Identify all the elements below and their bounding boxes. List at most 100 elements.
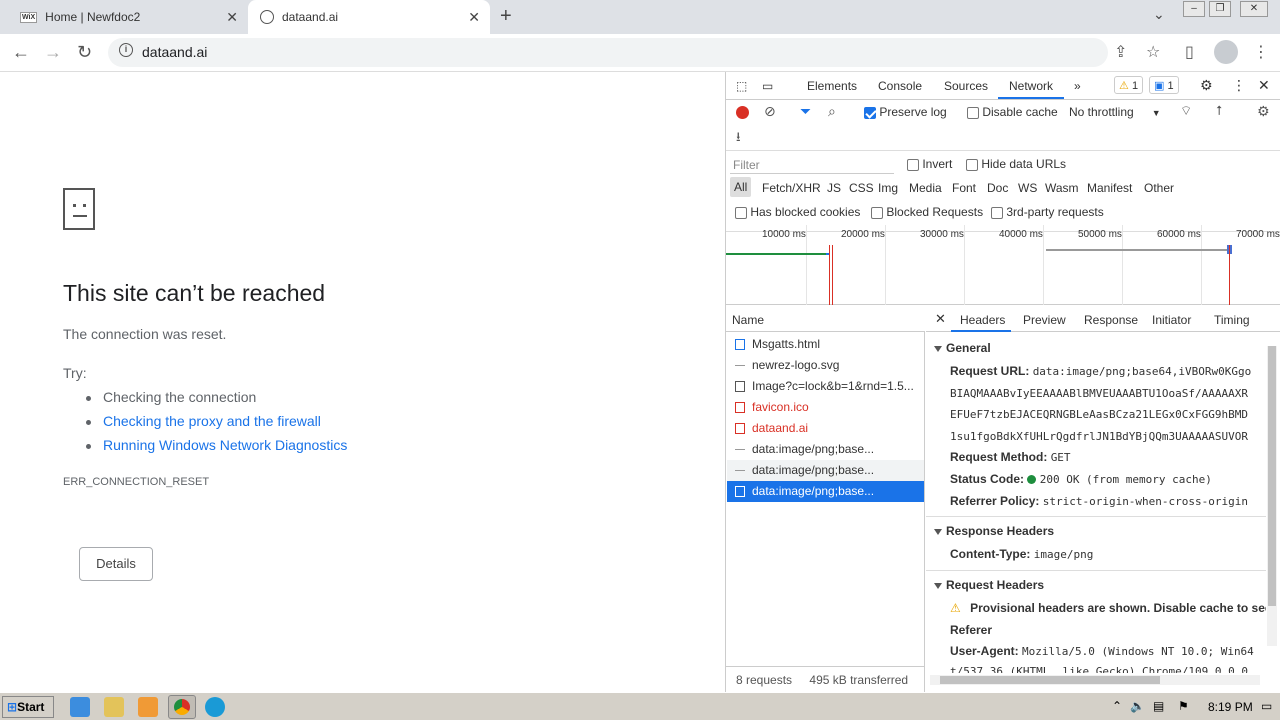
type-filter-ws[interactable]: WS bbox=[1018, 181, 1037, 195]
tab-search-chevron-icon[interactable]: ⌄ bbox=[1153, 6, 1165, 23]
network-settings-gear-icon[interactable]: ⚙ bbox=[1257, 103, 1270, 120]
request-row-selected[interactable]: data:image/png;base... bbox=[727, 481, 924, 502]
share-icon[interactable]: ⇪ bbox=[1114, 42, 1127, 62]
request-row[interactable]: newrez-logo.svg bbox=[727, 355, 924, 376]
timeline-tick: 10000 ms bbox=[762, 229, 806, 240]
volume-icon[interactable]: 🔈 bbox=[1130, 699, 1145, 713]
type-filter-media[interactable]: Media bbox=[909, 181, 942, 195]
menu-kebab-icon[interactable]: ⋮ bbox=[1253, 42, 1269, 62]
close-tab-icon[interactable]: ✕ bbox=[468, 9, 480, 26]
invert-checkbox[interactable]: Invert bbox=[907, 157, 952, 171]
suggestion-proxy-firewall-link[interactable]: Checking the proxy and the firewall bbox=[86, 413, 321, 429]
disable-cache-checkbox[interactable]: Disable cache bbox=[967, 105, 1058, 119]
tab-dataand-ai[interactable]: dataand.ai ✕ bbox=[248, 0, 490, 34]
bookmark-star-icon[interactable]: ☆ bbox=[1146, 42, 1160, 62]
tab-home-newfdoc2[interactable]: WiX Home | Newfdoc2 ✕ bbox=[8, 0, 248, 34]
third-party-requests-checkbox[interactable]: 3rd-party requests bbox=[991, 205, 1104, 219]
info-icon[interactable]: i bbox=[119, 43, 133, 57]
close-tab-icon[interactable]: ✕ bbox=[226, 9, 238, 26]
blocked-requests-checkbox[interactable]: Blocked Requests bbox=[871, 205, 983, 219]
flag-icon[interactable]: ⚑ bbox=[1178, 699, 1189, 713]
type-filter-wasm[interactable]: Wasm bbox=[1045, 181, 1079, 195]
tab-network[interactable]: Network bbox=[1009, 79, 1053, 93]
type-filter-manifest[interactable]: Manifest bbox=[1087, 181, 1132, 195]
address-bar[interactable]: i dataand.ai bbox=[108, 38, 1108, 67]
reload-icon[interactable]: ↻ bbox=[77, 42, 92, 63]
messages-badge[interactable]: ▣ 1 bbox=[1149, 76, 1179, 94]
suggestion-network-diagnostics-link[interactable]: Running Windows Network Diagnostics bbox=[86, 437, 347, 453]
type-filter-other[interactable]: Other bbox=[1144, 181, 1174, 195]
request-row[interactable]: data:image/png;base... bbox=[727, 439, 924, 460]
import-har-icon[interactable]: ⭡ bbox=[1216, 103, 1222, 119]
filter-input[interactable]: Filter bbox=[730, 156, 894, 174]
type-filter-font[interactable]: Font bbox=[952, 181, 976, 195]
clock[interactable]: 8:19 PM bbox=[1208, 700, 1253, 714]
type-filter-all[interactable]: All bbox=[730, 177, 752, 197]
tab-headers[interactable]: Headers bbox=[960, 313, 1005, 327]
forward-arrow-icon[interactable]: → bbox=[44, 42, 62, 63]
device-toolbar-icon[interactable]: ▭ bbox=[762, 79, 773, 93]
chrome-taskbar-button[interactable] bbox=[168, 695, 196, 719]
throttling-select[interactable]: No throttling ▼ bbox=[1069, 105, 1161, 119]
tab-sources[interactable]: Sources bbox=[944, 79, 988, 93]
hide-data-urls-checkbox[interactable]: Hide data URLs bbox=[966, 157, 1066, 171]
page-content: This site can’t be reached The connectio… bbox=[0, 72, 725, 692]
request-row[interactable]: data:image/png;base... bbox=[727, 460, 924, 481]
request-row[interactable]: Msgatts.html bbox=[727, 334, 924, 355]
close-devtools-icon[interactable]: ✕ bbox=[1258, 77, 1270, 94]
file-explorer-icon[interactable] bbox=[104, 697, 124, 717]
close-details-icon[interactable]: ✕ bbox=[935, 311, 946, 327]
settings-gear-icon[interactable]: ⚙ bbox=[1200, 77, 1213, 94]
network-conditions-icon[interactable]: ⌔ bbox=[1180, 103, 1192, 119]
preserve-log-checkbox[interactable]: Preserve log bbox=[864, 105, 947, 119]
back-arrow-icon[interactable]: ← bbox=[12, 42, 30, 63]
tab-console[interactable]: Console bbox=[878, 79, 922, 93]
filter-funnel-icon[interactable]: ⏷ bbox=[800, 103, 811, 120]
tab-preview[interactable]: Preview bbox=[1023, 313, 1066, 327]
type-filter-css[interactable]: CSS bbox=[849, 181, 874, 195]
minimize-button[interactable]: – bbox=[1183, 1, 1205, 17]
media-player-icon[interactable] bbox=[138, 697, 158, 717]
profile-avatar[interactable] bbox=[1214, 40, 1238, 64]
request-headers-section-header[interactable]: Request Headers bbox=[934, 578, 1044, 592]
side-panel-icon[interactable]: ▯ bbox=[1185, 42, 1194, 62]
name-column-header[interactable]: Name bbox=[726, 306, 925, 332]
type-filter-img[interactable]: Img bbox=[878, 181, 898, 195]
tab-elements[interactable]: Elements bbox=[807, 79, 857, 93]
request-url-line: 1su1fgoBdkXfUHLrQgdfrlJN1BdYBjQQm3UAAAAA… bbox=[950, 430, 1249, 443]
request-row[interactable]: dataand.ai bbox=[727, 418, 924, 439]
warnings-badge[interactable]: ⚠ 1 bbox=[1114, 76, 1144, 94]
close-window-button[interactable]: ✕ bbox=[1240, 1, 1268, 17]
tab-initiator[interactable]: Initiator bbox=[1152, 313, 1191, 327]
tray-chevron-icon[interactable]: ⌃ bbox=[1112, 699, 1122, 713]
vertical-scrollbar[interactable] bbox=[1267, 346, 1277, 646]
tab-response[interactable]: Response bbox=[1084, 313, 1138, 327]
show-desktop-icon[interactable]: ▭ bbox=[1261, 699, 1272, 713]
url-text[interactable]: dataand.ai bbox=[142, 44, 207, 60]
horizontal-scrollbar[interactable] bbox=[930, 675, 1260, 685]
internet-explorer-icon[interactable] bbox=[70, 697, 90, 717]
network-icon[interactable]: ▤ bbox=[1153, 699, 1164, 713]
general-section-header[interactable]: General bbox=[934, 341, 991, 355]
export-har-icon[interactable]: ⭳ bbox=[736, 128, 741, 150]
response-headers-section-header[interactable]: Response Headers bbox=[934, 524, 1054, 538]
request-row[interactable]: favicon.ico bbox=[727, 397, 924, 418]
start-button[interactable]: ⊞Start bbox=[2, 696, 54, 718]
tab-timing[interactable]: Timing bbox=[1214, 313, 1250, 327]
type-filter-doc[interactable]: Doc bbox=[987, 181, 1008, 195]
details-button[interactable]: Details bbox=[79, 547, 153, 581]
type-filter-fetch-xhr[interactable]: Fetch/XHR bbox=[762, 181, 821, 195]
clear-icon[interactable]: ⊘ bbox=[764, 103, 776, 120]
request-row[interactable]: Image?c=lock&b=1&rnd=1.5... bbox=[727, 376, 924, 397]
record-icon[interactable] bbox=[736, 106, 749, 119]
network-timeline-overview[interactable]: 10000 ms 20000 ms 30000 ms 40000 ms 5000… bbox=[726, 225, 1280, 305]
restore-button[interactable]: ❐ bbox=[1209, 1, 1231, 17]
edge-icon[interactable] bbox=[205, 697, 225, 717]
new-tab-button[interactable]: + bbox=[500, 5, 512, 28]
type-filter-js[interactable]: JS bbox=[827, 181, 841, 195]
devtools-menu-icon[interactable]: ⋮ bbox=[1232, 77, 1246, 94]
more-tabs-chevron-icon[interactable]: » bbox=[1074, 79, 1081, 93]
blocked-cookies-checkbox[interactable]: Has blocked cookies bbox=[735, 205, 860, 219]
inspect-element-icon[interactable]: ⬚ bbox=[736, 79, 747, 93]
search-icon[interactable]: ⌕ bbox=[828, 103, 836, 120]
